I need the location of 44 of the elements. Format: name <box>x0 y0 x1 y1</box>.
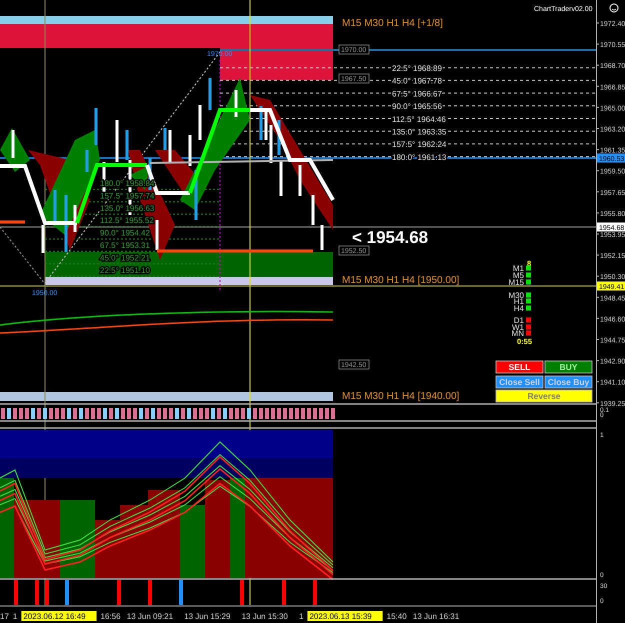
gann-level-label: 180.0° 1961.13 <box>392 152 446 162</box>
zone-label: M15 M30 H1 H4 [1950.00] <box>342 275 460 286</box>
time-axis-label: 13 Jun 09:21 <box>126 612 174 621</box>
gann-level-label: 135.0° 1956.63 <box>100 204 154 213</box>
sell-button[interactable]: SELL <box>496 360 544 374</box>
level-line <box>0 220 25 224</box>
gann-level-label: 157.5° 1962.24 <box>392 140 446 150</box>
time-cursor-label: 2023.06.12 16:49 <box>21 611 97 621</box>
gann-level-label: 112.5° 1964.46 <box>392 114 446 124</box>
time-axis-label: 17 <box>0 612 9 621</box>
time-cursor-label: 2023.06.13 15:39 <box>307 611 383 621</box>
gann-level-label: 67.5° 1953.31 <box>100 241 150 250</box>
timeframe-label: H4 <box>514 304 524 313</box>
buy-button[interactable]: BUY <box>544 360 592 374</box>
timeframe-label: W1 <box>512 323 524 332</box>
timeframe-label: MN <box>512 329 524 338</box>
gann-level-label: 22.5° 1951.10 <box>100 266 150 275</box>
gann-level-label: 90.0° 1954.42 <box>100 228 150 238</box>
zone-label: M15 M30 H1 H4 [1940.00] <box>342 391 460 402</box>
timeframe-label: M15 <box>508 278 524 287</box>
reverse-button[interactable]: Reverse <box>496 390 592 402</box>
smiley-icon <box>610 4 618 12</box>
bid-price: < 1954.68 <box>352 228 428 247</box>
timeframe-label: M30 <box>508 291 524 300</box>
close-button[interactable]: Close Sell <box>496 376 544 388</box>
time-axis-label: 13 Jun 15:30 <box>242 612 288 621</box>
time-axis-label: 16:56 <box>100 612 121 621</box>
gann-level-label: 22.5° 1968.89 <box>392 64 442 73</box>
gann-level-label: 45.0° 1967.78 <box>392 76 442 86</box>
gann-level-label: 135.0° 1963.35 <box>392 128 446 136</box>
timeframe-label: H1 <box>514 297 524 306</box>
time-axis-label: 15:40 <box>386 612 407 621</box>
time-axis-label: 13 Jun 16:31 <box>412 612 460 621</box>
time-axis-label: 1 <box>299 612 304 621</box>
time-axis-label: 1 <box>12 612 18 621</box>
gann-level-label: 45.0° 1952.21 <box>100 253 150 262</box>
time-axis-label: 13 Jun 15:29 <box>184 612 230 621</box>
zone-label: M15 M30 H1 H4 [+1/8] <box>342 18 443 29</box>
timeframe-label: M1 <box>512 264 524 273</box>
close-button[interactable]: Close Buy <box>544 376 592 388</box>
timeframe-label: M5 <box>512 271 524 280</box>
timeframe-label: D1 <box>514 316 524 325</box>
gann-level-label: 67.5° 1966.67 <box>392 89 442 98</box>
gann-level-label: 90.0° 1965.56 <box>392 102 442 112</box>
